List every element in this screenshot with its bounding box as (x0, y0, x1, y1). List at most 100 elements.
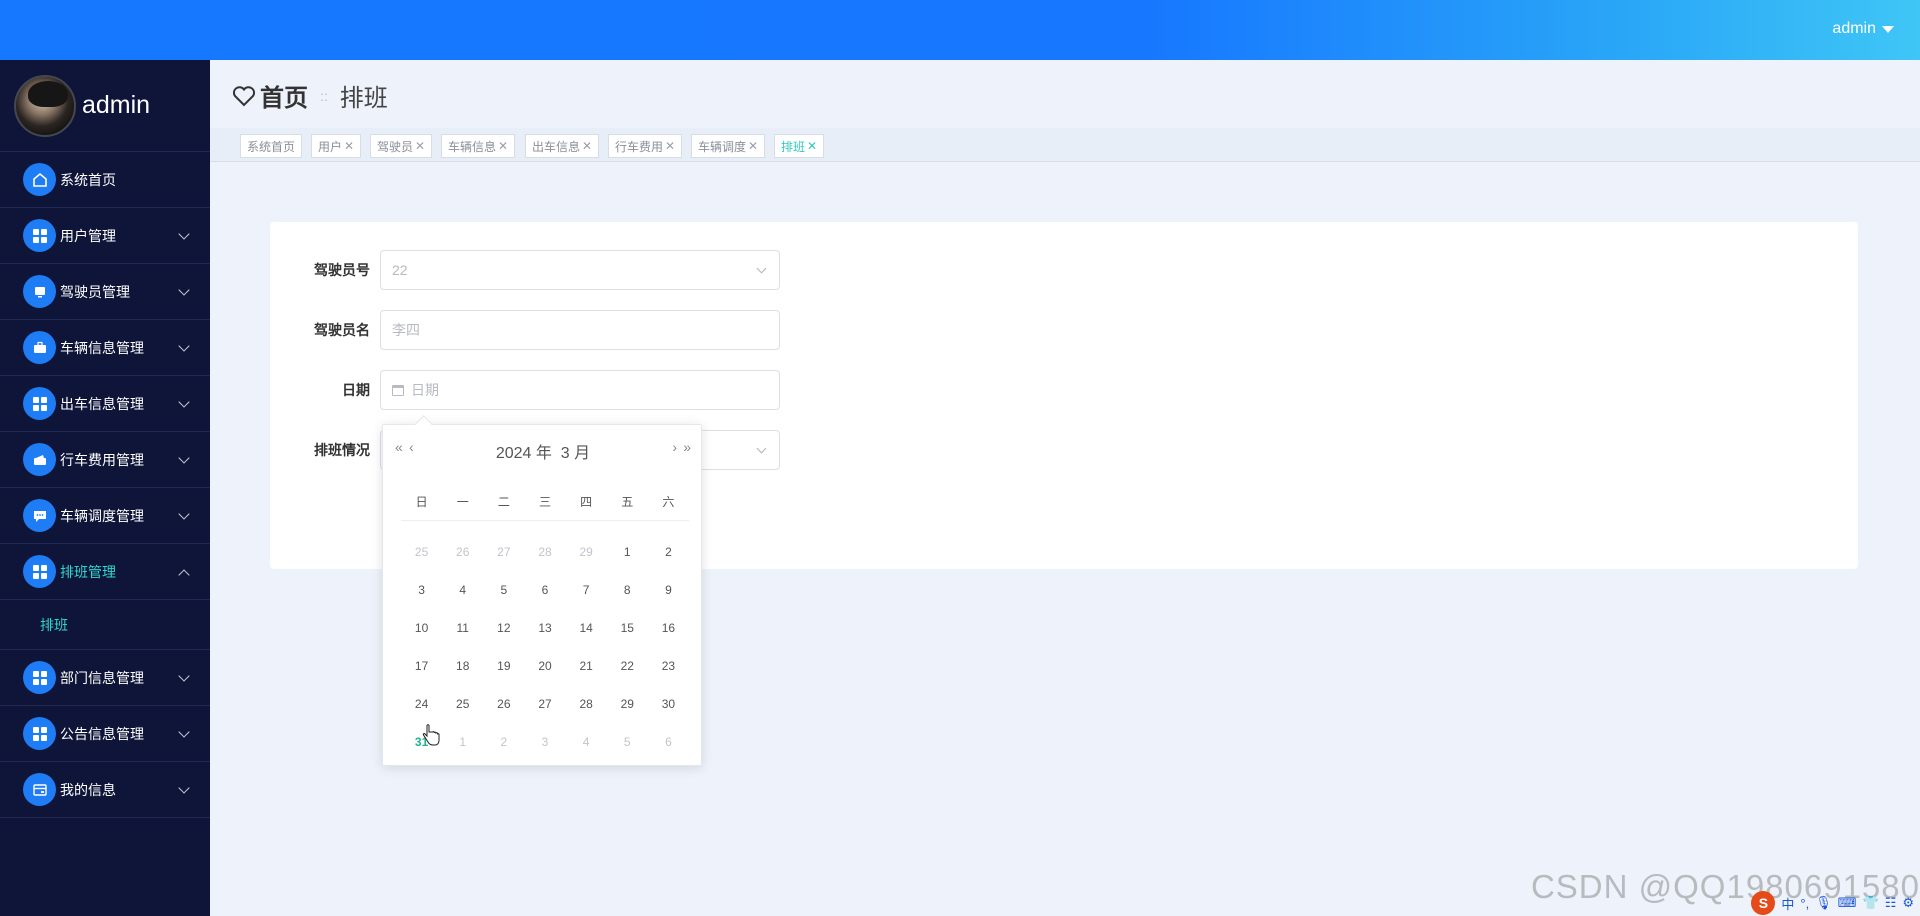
tab-trips[interactable]: 出车信息 ✕ (525, 134, 600, 158)
sidebar-item-my-info[interactable]: 我的信息 (0, 762, 210, 818)
calendar-week: 10 11 12 13 14 15 16 (401, 609, 689, 647)
calendar-day[interactable]: 2 (648, 545, 689, 559)
sidebar: admin 系统首页 用户管理 驾驶员管理 车辆信息管理 出车信息管理 行车费用… (0, 60, 210, 916)
date-picker-header: 2024 年 3 月 (383, 439, 703, 463)
calendar-day[interactable]: 24 (401, 697, 442, 711)
tab-users[interactable]: 用户 ✕ (311, 134, 362, 158)
calendar-day[interactable]: 25 (442, 697, 483, 711)
briefcase-icon (23, 331, 56, 364)
calendar-day[interactable]: 1 (442, 735, 483, 749)
picker-year[interactable]: 2024 年 (496, 445, 552, 462)
calendar-day[interactable]: 5 (607, 735, 648, 749)
picker-month[interactable]: 3 月 (561, 445, 590, 462)
profile: admin (0, 60, 210, 152)
calendar-day[interactable]: 15 (607, 621, 648, 635)
sidebar-item-users[interactable]: 用户管理 (0, 208, 210, 264)
calendar-day[interactable]: 2 (483, 735, 524, 749)
calendar-day[interactable]: 9 (648, 583, 689, 597)
calendar-day[interactable]: 29 (566, 545, 607, 559)
sidebar-item-label: 车辆调度管理 (60, 507, 144, 524)
close-icon[interactable]: ✕ (498, 139, 508, 153)
skin-icon[interactable]: 👕 (1863, 895, 1879, 911)
tab-schedule[interactable]: 排班 ✕ (774, 134, 825, 158)
tab-vehicles[interactable]: 车辆信息 ✕ (441, 134, 516, 158)
calendar-day[interactable]: 23 (648, 659, 689, 673)
calendar-day[interactable]: 7 (566, 583, 607, 597)
tab-home[interactable]: 系统首页 (240, 134, 303, 158)
calendar-day[interactable]: 6 (648, 735, 689, 749)
calendar-day[interactable]: 3 (401, 583, 442, 597)
breadcrumb-home[interactable]: 首页 (260, 78, 308, 113)
calendar-day[interactable]: 16 (648, 621, 689, 635)
calendar-day[interactable]: 30 (648, 697, 689, 711)
user-menu[interactable]: admin (1832, 20, 1894, 38)
sidebar-item-departments[interactable]: 部门信息管理 (0, 650, 210, 706)
close-icon[interactable]: ✕ (344, 139, 354, 153)
grid-icon (23, 555, 56, 588)
calendar-day[interactable]: 14 (566, 621, 607, 635)
close-icon[interactable]: ✕ (807, 139, 817, 153)
driver-name-input[interactable]: 李四 (380, 310, 780, 350)
calendar-day[interactable]: 29 (607, 697, 648, 711)
sidebar-item-label: 用户管理 (60, 227, 116, 244)
calendar-day[interactable]: 10 (401, 621, 442, 635)
calendar-day[interactable]: 28 (566, 697, 607, 711)
calendar-day[interactable]: 11 (442, 621, 483, 635)
chevron-down-icon (178, 396, 190, 408)
calendar-day[interactable]: 3 (524, 735, 565, 749)
calendar-day[interactable]: 18 (442, 659, 483, 673)
sidebar-item-schedule[interactable]: 排班管理 (0, 544, 210, 600)
tab-drivers[interactable]: 驾驶员 ✕ (370, 134, 433, 158)
driver-name-label: 驾驶员名 (314, 322, 370, 338)
calendar-day[interactable]: 26 (442, 545, 483, 559)
tab-expenses[interactable]: 行车费用 ✕ (608, 134, 683, 158)
calendar-day[interactable]: 27 (483, 545, 524, 559)
calendar-day[interactable]: 17 (401, 659, 442, 673)
toolbox-icon[interactable]: ☷ (1885, 895, 1897, 911)
breadcrumb: 首页 :: 排班 (232, 78, 388, 113)
sogou-icon[interactable]: S (1751, 891, 1776, 915)
close-icon[interactable]: ✕ (415, 139, 425, 153)
driver-no-label: 驾驶员号 (314, 262, 370, 278)
sidebar-item-notices[interactable]: 公告信息管理 (0, 706, 210, 762)
calendar-day[interactable]: 20 (524, 659, 565, 673)
calendar-day[interactable]: 12 (483, 621, 524, 635)
close-icon[interactable]: ✕ (665, 139, 675, 153)
sidebar-item-drivers[interactable]: 驾驶员管理 (0, 264, 210, 320)
calendar-icon (392, 384, 404, 396)
sidebar-item-trips[interactable]: 出车信息管理 (0, 376, 210, 432)
calendar-day[interactable]: 28 (524, 545, 565, 559)
sidebar-item-expenses[interactable]: 行车费用管理 (0, 432, 210, 488)
calendar-day[interactable]: 8 (607, 583, 648, 597)
sidebar-subitem-schedule[interactable]: 排班 (0, 600, 210, 650)
calendar-day[interactable]: 25 (401, 545, 442, 559)
sidebar-item-vehicles[interactable]: 车辆信息管理 (0, 320, 210, 376)
date-input[interactable]: 日期 (380, 370, 780, 410)
tab-dispatch[interactable]: 车辆调度 ✕ (691, 134, 766, 158)
driver-no-select[interactable]: 22 (380, 250, 780, 290)
calendar-day[interactable]: 27 (524, 697, 565, 711)
calendar-day[interactable]: 4 (442, 583, 483, 597)
calendar-day[interactable]: 4 (566, 735, 607, 749)
close-icon[interactable]: ✕ (582, 139, 592, 153)
microphone-icon[interactable]: 🎙 (1815, 895, 1832, 911)
calendar-day[interactable]: 6 (524, 583, 565, 597)
sidebar-item-dispatch[interactable]: 车辆调度管理 (0, 488, 210, 544)
chevron-down-icon (178, 508, 190, 520)
calendar-day[interactable]: 19 (483, 659, 524, 673)
punctuation-icon[interactable]: °, (1800, 896, 1809, 911)
ime-language[interactable]: 中 (1781, 894, 1794, 913)
calendar-day[interactable]: 22 (607, 659, 648, 673)
calendar-days: 25 26 27 28 29 1 2 3 4 5 6 7 8 9 10 11 1… (401, 533, 689, 761)
next-year-icon[interactable]: » (683, 439, 691, 455)
calendar-day[interactable]: 1 (607, 545, 648, 559)
next-month-icon[interactable]: › (672, 439, 676, 455)
calendar-day[interactable]: 21 (566, 659, 607, 673)
calendar-day[interactable]: 13 (524, 621, 565, 635)
sidebar-item-home[interactable]: 系统首页 (0, 152, 210, 208)
calendar-day[interactable]: 5 (483, 583, 524, 597)
close-icon[interactable]: ✕ (748, 139, 758, 153)
calendar-day[interactable]: 26 (483, 697, 524, 711)
keyboard-icon[interactable]: ⌨ (1838, 895, 1857, 911)
settings-icon[interactable]: ⚙ (1902, 895, 1914, 911)
